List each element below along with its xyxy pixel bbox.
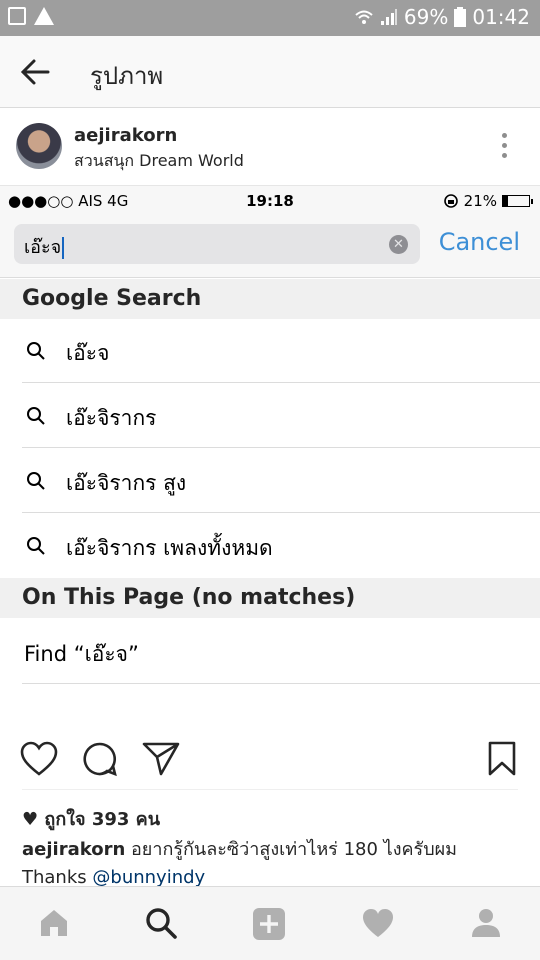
- suggestion-text: เอ๊ะจิรากร: [66, 406, 157, 430]
- bookmark-icon[interactable]: [488, 741, 516, 777]
- likes-text: ถูกใจ 393 คน: [44, 809, 161, 830]
- find-on-page-item[interactable]: Find “เอ๊ะจ”: [0, 618, 540, 684]
- search-bar-row: เอ๊ะจ ✕ Cancel: [0, 216, 540, 278]
- google-search-heading: Google Search: [0, 279, 540, 319]
- ios-status-bar: ●●●○○ AIS 4G 19:18 21%: [0, 186, 540, 216]
- post-image: ●●●○○ AIS 4G 19:18 21% เอ๊ะจ ✕ Cancel Go…: [0, 185, 540, 685]
- wifi-icon: [355, 10, 373, 24]
- post-caption: aejirakorn อยากรู้กันละซิว่าสูงเท่าไหร่ …: [22, 836, 522, 892]
- profile-icon[interactable]: [470, 907, 502, 939]
- caption-text: อยากรู้กันละซิว่าสูงเท่าไหร่ 180 ไงครับผ…: [131, 839, 458, 860]
- home-icon[interactable]: [38, 907, 70, 939]
- search-icon[interactable]: [145, 907, 177, 939]
- page-title: รูปภาพ: [90, 62, 164, 90]
- search-icon: [27, 472, 45, 490]
- app-header: รูปภาพ: [0, 36, 540, 108]
- warning-icon: [34, 7, 54, 25]
- suggestion-text: เอ๊ะจิรากร สูง: [66, 471, 187, 495]
- rotation-lock-icon: [443, 194, 458, 208]
- more-vertical-icon[interactable]: [502, 133, 508, 163]
- small-heart-icon: ♥: [22, 809, 39, 830]
- suggestion-item[interactable]: เอ๊ะจ: [0, 319, 540, 383]
- post-header: aejirakorn สวนสนุก Dream World: [0, 109, 540, 185]
- signal-icon: [380, 9, 397, 25]
- caption-thanks: Thanks: [22, 867, 87, 888]
- search-icon: [27, 407, 45, 425]
- clear-icon[interactable]: ✕: [389, 235, 408, 254]
- post-location[interactable]: สวนสนุก Dream World: [74, 149, 244, 174]
- search-value: เอ๊ะจ: [24, 237, 62, 258]
- search-input[interactable]: เอ๊ะจ ✕: [14, 224, 420, 264]
- avatar[interactable]: [16, 123, 62, 169]
- heart-icon[interactable]: [20, 741, 58, 777]
- on-this-page-heading: On This Page (no matches): [0, 578, 540, 618]
- caption-username[interactable]: aejirakorn: [22, 839, 125, 860]
- gallery-icon: [8, 7, 26, 25]
- likes-count[interactable]: ♥ ถูกใจ 393 คน: [22, 804, 160, 833]
- add-icon[interactable]: [252, 907, 286, 941]
- battery-percent: 69%: [403, 5, 449, 29]
- share-icon[interactable]: [142, 741, 180, 777]
- caption-mention[interactable]: @bunnyindy: [92, 867, 205, 888]
- search-icon: [27, 342, 45, 360]
- search-icon: [27, 537, 45, 555]
- activity-icon[interactable]: [361, 907, 395, 939]
- android-status-bar: 69% 01:42: [0, 0, 540, 36]
- suggestion-item[interactable]: เอ๊ะจิรากร: [0, 384, 540, 448]
- suggestion-item[interactable]: เอ๊ะจิรากร สูง: [0, 449, 540, 513]
- find-label: Find “เอ๊ะจ”: [24, 642, 139, 666]
- clock: 01:42: [472, 5, 530, 29]
- suggestion-text: เอ๊ะจ: [66, 341, 110, 365]
- post-actions: [0, 735, 540, 787]
- suggestion-text: เอ๊ะจิรากร เพลงทั้งหมด: [66, 536, 273, 560]
- back-button[interactable]: [20, 58, 50, 90]
- suggestion-item[interactable]: เอ๊ะจิรากร เพลงทั้งหมด: [0, 514, 540, 578]
- text-caret: [62, 237, 65, 259]
- comment-icon[interactable]: [82, 741, 118, 777]
- divider: [22, 789, 518, 790]
- bottom-nav: [0, 886, 540, 960]
- ios-battery-icon: [502, 195, 533, 207]
- post-username[interactable]: aejirakorn: [74, 125, 177, 146]
- back-arrow-icon: [20, 59, 50, 85]
- ios-battery-percent: 21%: [463, 192, 497, 210]
- cancel-button[interactable]: Cancel: [439, 228, 520, 256]
- battery-icon: [454, 7, 467, 27]
